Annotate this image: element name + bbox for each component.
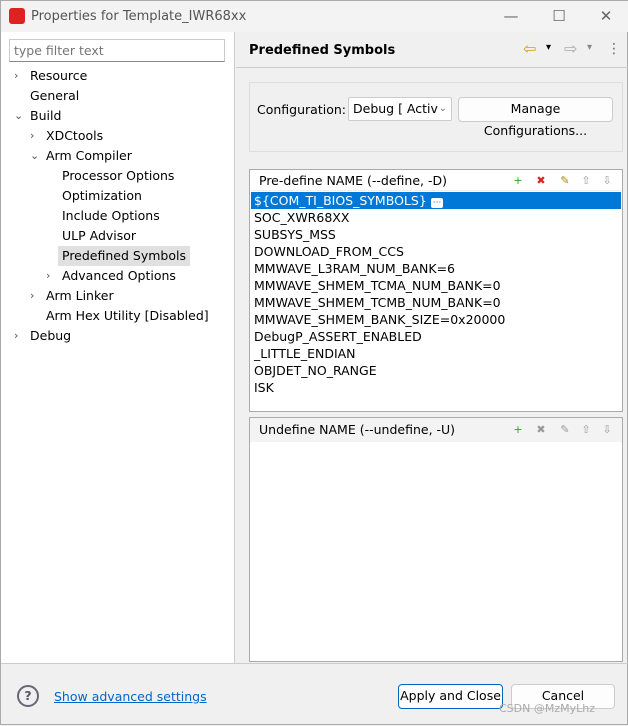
tree-item[interactable]: ULP Advisor xyxy=(62,226,136,246)
tree-item[interactable]: Debug xyxy=(30,326,71,346)
watermark: CSDN @MzMyLhz xyxy=(499,702,595,715)
tree-item-label: Arm Linker xyxy=(46,288,114,303)
maximize-button[interactable]: ☐ xyxy=(539,5,579,27)
tree-item-label: ULP Advisor xyxy=(62,228,137,243)
tree-item-label: Include Options xyxy=(62,208,160,223)
symbol-name: _LITTLE_ENDIAN xyxy=(254,346,356,361)
tree-item[interactable]: Build xyxy=(30,106,61,126)
apply-and-close-button[interactable]: Apply and Close xyxy=(398,684,503,709)
manage-configurations-button[interactable]: Manage Configurations... xyxy=(458,97,613,138)
page-title: Predefined Symbols xyxy=(249,43,396,58)
back-icon[interactable]: ⇦ xyxy=(523,39,536,58)
symbol-name: MMWAVE_SHMEM_TCMB_NUM_BANK=0 xyxy=(254,295,501,310)
tree-item[interactable]: General xyxy=(30,86,79,106)
chevron-down-icon[interactable]: ⌄ xyxy=(30,149,39,162)
symbol-name: MMWAVE_L3RAM_NUM_BANK=6 xyxy=(254,261,456,276)
symbol-name: SOC_XWR68XX xyxy=(254,210,350,225)
symbol-row[interactable]: DOWNLOAD_FROM_CCS xyxy=(251,243,621,260)
symbol-row[interactable]: OBJDET_NO_RANGE xyxy=(251,362,621,379)
tree-item-label: Arm Compiler xyxy=(46,148,132,163)
navigation-panel xyxy=(1,32,235,663)
tree-item-label: Arm Hex Utility [Disabled] xyxy=(46,308,209,323)
move-down-icon[interactable]: ⇩ xyxy=(600,423,614,437)
predefine-panel: Pre-define NAME (--define, -D) + ✖ ✎ ⇧ ⇩… xyxy=(249,169,623,412)
tree-item-label: Processor Options xyxy=(62,168,175,183)
forward-dropdown-icon[interactable]: ▾ xyxy=(587,42,592,53)
symbol-name: DOWNLOAD_FROM_CCS xyxy=(254,244,404,259)
show-advanced-settings-link[interactable]: Show advanced settings xyxy=(54,689,207,704)
configuration-value: Debug [ Activ xyxy=(353,101,438,116)
add-symbol-icon[interactable]: + xyxy=(511,423,525,437)
configuration-select[interactable]: Debug [ Activ ⌄ xyxy=(348,97,452,121)
symbol-row[interactable]: SOC_XWR68XX xyxy=(251,209,621,226)
tree-item[interactable]: Optimization xyxy=(62,186,142,206)
app-logo-icon xyxy=(9,8,25,24)
chevron-right-icon[interactable]: › xyxy=(30,129,34,142)
chevron-down-icon: ⌄ xyxy=(438,103,447,114)
close-button[interactable]: ✕ xyxy=(586,5,626,27)
tree-item[interactable]: Arm Hex Utility [Disabled] xyxy=(46,306,209,326)
chevron-down-icon[interactable]: ⌄ xyxy=(14,109,23,122)
configuration-label: Configuration: xyxy=(257,102,346,117)
edit-symbol-icon[interactable]: ✎ xyxy=(558,174,572,188)
symbol-name: MMWAVE_SHMEM_BANK_SIZE=0x20000 xyxy=(254,312,506,327)
tree-item-label: Predefined Symbols xyxy=(62,248,186,263)
tree-item-label: Optimization xyxy=(62,188,142,203)
chevron-right-icon[interactable]: › xyxy=(14,329,18,342)
tree-item-label: General xyxy=(30,88,80,103)
edit-symbol-icon[interactable]: ✎ xyxy=(558,423,572,437)
tree-item-label: Resource xyxy=(30,68,88,83)
symbol-name: ISK xyxy=(254,380,274,395)
symbol-name: MMWAVE_SHMEM_TCMA_NUM_BANK=0 xyxy=(254,278,501,293)
symbol-row[interactable]: MMWAVE_L3RAM_NUM_BANK=6 xyxy=(251,260,621,277)
minimize-button[interactable]: — xyxy=(491,5,531,27)
symbol-name: OBJDET_NO_RANGE xyxy=(254,363,377,378)
tree-item[interactable]: Processor Options xyxy=(62,166,174,186)
symbol-row[interactable]: ISK xyxy=(251,379,621,396)
tree-item[interactable]: Predefined Symbols xyxy=(58,246,190,266)
undefine-panel: Undefine NAME (--undefine, -U) + ✖ ✎ ⇧ ⇩ xyxy=(249,417,623,662)
move-down-icon[interactable]: ⇩ xyxy=(600,174,614,188)
delete-symbol-icon[interactable]: ✖ xyxy=(534,174,548,188)
chevron-right-icon[interactable]: › xyxy=(14,69,18,82)
move-up-icon[interactable]: ⇧ xyxy=(579,174,593,188)
symbol-row[interactable]: ${COM_TI_BIOS_SYMBOLS} ··· xyxy=(251,192,621,209)
move-up-icon[interactable]: ⇧ xyxy=(579,423,593,437)
symbol-name: DebugP_ASSERT_ENABLED xyxy=(254,329,422,344)
symbol-row[interactable]: MMWAVE_SHMEM_TCMB_NUM_BANK=0 xyxy=(251,294,621,311)
tree-item-label: Advanced Options xyxy=(62,268,176,283)
symbol-row[interactable]: DebugP_ASSERT_ENABLED xyxy=(251,328,621,345)
delete-symbol-icon[interactable]: ✖ xyxy=(534,423,548,437)
help-icon[interactable]: ? xyxy=(17,685,39,707)
tree-item[interactable]: Include Options xyxy=(62,206,160,226)
divider xyxy=(236,67,628,68)
predefine-header: Pre-define NAME (--define, -D) xyxy=(259,173,447,188)
symbol-name: SUBSYS_MSS xyxy=(254,227,336,242)
view-menu-icon[interactable]: ⋮ xyxy=(607,41,621,57)
tree-item[interactable]: Arm Compiler xyxy=(46,146,132,166)
symbol-name: ${COM_TI_BIOS_SYMBOLS} xyxy=(254,193,427,208)
more-icon[interactable]: ··· xyxy=(430,198,444,208)
add-symbol-icon[interactable]: + xyxy=(511,174,525,188)
window-title: Properties for Template_IWR68xx xyxy=(31,9,247,24)
tree-item-label: XDCtools xyxy=(46,128,104,143)
forward-icon[interactable]: ⇨ xyxy=(564,39,577,58)
symbol-row[interactable]: MMWAVE_SHMEM_BANK_SIZE=0x20000 xyxy=(251,311,621,328)
tree-item[interactable]: XDCtools xyxy=(46,126,103,146)
tree-item[interactable]: Arm Linker xyxy=(46,286,114,306)
tree-item[interactable]: Advanced Options xyxy=(62,266,176,286)
back-dropdown-icon[interactable]: ▾ xyxy=(546,42,551,53)
tree-item-label: Build xyxy=(30,108,62,123)
chevron-right-icon[interactable]: › xyxy=(30,289,34,302)
filter-input[interactable] xyxy=(9,39,225,62)
undefine-header: Undefine NAME (--undefine, -U) xyxy=(259,422,456,437)
chevron-right-icon[interactable]: › xyxy=(46,269,50,282)
symbol-row[interactable]: _LITTLE_ENDIAN xyxy=(251,345,621,362)
tree-item[interactable]: Resource xyxy=(30,66,87,86)
tree-item-label: Debug xyxy=(30,328,72,343)
symbol-row[interactable]: SUBSYS_MSS xyxy=(251,226,621,243)
symbol-row[interactable]: MMWAVE_SHMEM_TCMA_NUM_BANK=0 xyxy=(251,277,621,294)
